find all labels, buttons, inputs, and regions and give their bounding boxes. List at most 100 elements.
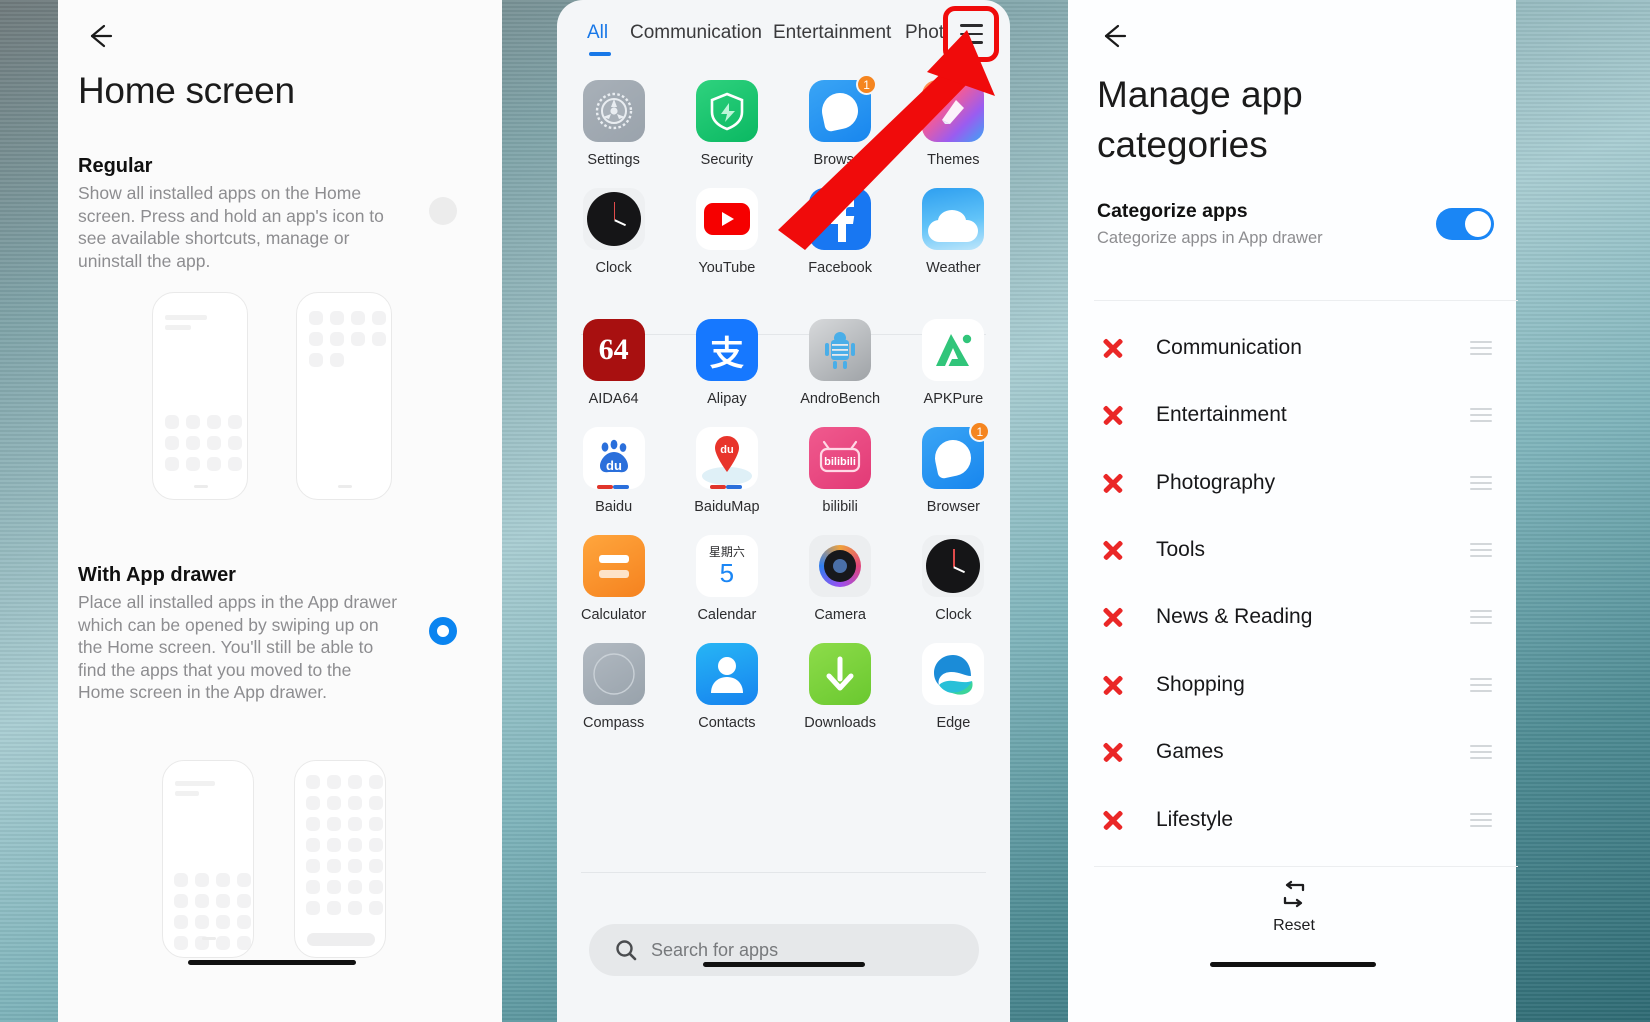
app-item[interactable]: du Baidu [557,427,670,515]
app-label: Compass [583,715,645,731]
drag-handle-icon[interactable] [1470,678,1492,692]
app-item[interactable]: Clock [897,535,1010,623]
settings-gear-icon [582,80,645,142]
drag-handle-icon[interactable] [1470,476,1492,490]
tab-all[interactable]: All [587,22,608,44]
back-arrow-icon[interactable] [1092,14,1136,58]
app-label: Contacts [698,715,756,731]
facebook-icon [809,188,872,250]
remove-x-icon[interactable] [1098,805,1128,835]
app-item[interactable]: Facebook [784,188,897,276]
back-arrow-icon[interactable] [78,14,122,58]
app-item[interactable]: 64 AIDA64 [557,319,670,407]
category-row-shopping[interactable]: Shopping [1094,663,1518,707]
app-label: bilibili [822,499,858,515]
phone-mock-drawer-a [162,760,254,958]
tab-photography[interactable]: Phot [905,22,944,44]
search-input[interactable]: Search for apps [589,924,979,976]
category-label: Entertainment [1156,403,1287,426]
option-body-app-drawer: Place all installed apps in the App draw… [78,592,398,702]
category-row-communication[interactable]: Communication [1094,326,1518,370]
app-item[interactable]: YouTube [670,188,783,276]
app-item[interactable]: Compass [557,643,670,731]
app-item[interactable]: Contacts [670,643,783,731]
drag-handle-icon[interactable] [1470,745,1492,759]
app-item[interactable]: APKPure [897,319,1010,407]
youtube-icon [695,188,758,250]
remove-x-icon[interactable] [1098,602,1128,632]
tab-active-indicator [589,52,611,56]
category-row-games[interactable]: Games [1094,730,1518,774]
app-item[interactable]: 1 Browser [897,421,1010,515]
section-divider [1094,300,1518,301]
app-label: Alipay [707,391,747,407]
androbench-icon [809,319,872,381]
option-heading-app-drawer: With App drawer [78,564,236,586]
home-indicator-mid [703,962,865,967]
app-item[interactable]: 1 Browser [784,74,897,168]
app-item[interactable]: Edge [897,643,1010,731]
drag-handle-icon[interactable] [1470,813,1492,827]
radio-app-drawer[interactable] [429,617,457,645]
remove-x-icon[interactable] [1098,333,1128,363]
drag-handle-icon[interactable] [1470,408,1492,422]
home-indicator-left [188,960,356,965]
categorize-apps-toggle[interactable] [1436,208,1494,240]
category-label: Shopping [1156,673,1245,696]
remove-x-icon[interactable] [1098,468,1128,498]
app-label: AndroBench [800,391,881,407]
app-item[interactable]: Clock [557,188,670,276]
app-item[interactable]: Themes [897,80,1010,168]
aida64-icon: 64 [582,319,645,381]
contacts-icon [695,643,758,705]
app-label: BaiduMap [694,499,760,515]
app-label: Weather [926,260,981,276]
category-row-lifestyle[interactable]: Lifestyle [1094,798,1518,842]
app-item[interactable]: AndroBench [784,319,897,407]
app-item[interactable]: Settings [557,80,670,168]
category-row-entertainment[interactable]: Entertainment [1094,393,1518,437]
category-row-photography[interactable]: Photography [1094,461,1518,505]
app-label: Edge [936,715,971,731]
category-tab-bar: All Communication Entertainment Phot [557,0,1010,66]
remove-x-icon[interactable] [1098,737,1128,767]
app-item[interactable]: bilibili bilibili [784,427,897,515]
calendar-weekday-text: 星期六 [708,545,745,559]
drag-handle-icon[interactable] [1470,610,1492,624]
weather-icon [922,188,985,250]
hamburger-menu-icon[interactable] [950,13,992,55]
app-label: Camera [814,607,866,623]
notification-badge: 1 [969,421,991,442]
alipay-icon: 支 [695,319,758,381]
app-label: Calendar [697,607,757,623]
remove-x-icon[interactable] [1098,670,1128,700]
app-item[interactable]: Calculator [557,535,670,623]
reset-loop-icon [1283,880,1305,908]
app-item[interactable]: du BaiduMap [670,427,783,515]
category-label: Photography [1156,471,1276,494]
app-item[interactable]: Security [670,80,783,168]
toggle-knob [1465,211,1491,237]
remove-x-icon[interactable] [1098,535,1128,565]
apkpure-icon [922,319,985,381]
radio-regular[interactable] [429,197,457,225]
drag-handle-icon[interactable] [1470,341,1492,355]
notification-badge: 1 [856,74,878,95]
app-item[interactable]: 支 Alipay [670,319,783,407]
search-placeholder: Search for apps [651,939,779,960]
app-label: Settings [587,152,640,168]
reset-label: Reset [1273,917,1315,934]
app-item[interactable]: Weather [897,188,1010,276]
app-item[interactable]: 星期六 5 Calendar [670,535,783,623]
search-divider [581,872,986,873]
tab-communication[interactable]: Communication [630,22,762,44]
app-item[interactable]: Downloads [784,643,897,731]
category-row-tools[interactable]: Tools [1094,528,1518,572]
reset-button[interactable]: Reset [1263,878,1325,935]
remove-x-icon[interactable] [1098,400,1128,430]
app-label: Facebook [808,260,872,276]
tab-entertainment[interactable]: Entertainment [773,22,891,44]
drag-handle-icon[interactable] [1470,543,1492,557]
category-row-news-reading[interactable]: News & Reading [1094,595,1518,639]
app-item[interactable]: Camera [784,535,897,623]
